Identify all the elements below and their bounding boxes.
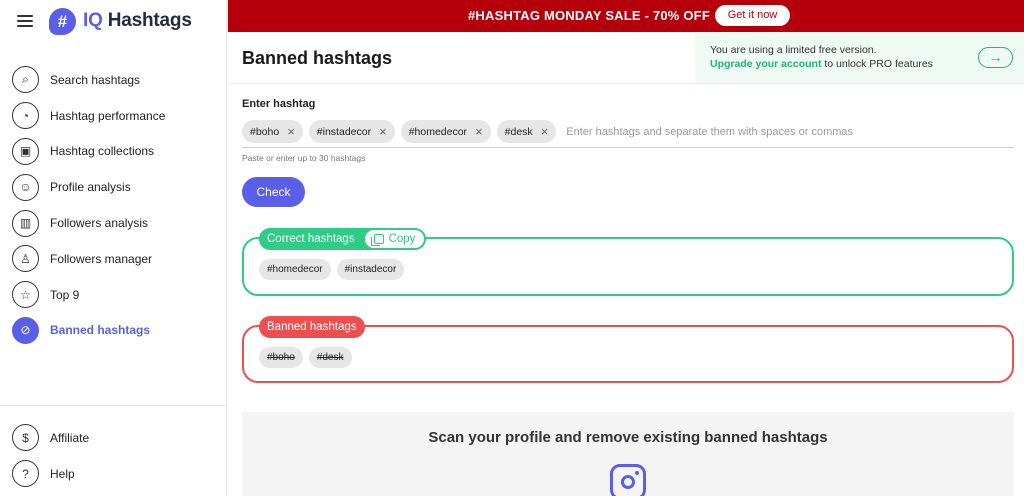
correct-hashtags-list: #homedecor #instadecor [259,259,410,280]
person-card-icon: ♙ [12,245,39,273]
upgrade-notice: You are using a limited free version. Up… [695,33,1024,83]
logo-name: Hashtags [107,10,192,31]
banned-hashtags-label: Banned hashtags [259,316,365,338]
hashtag-chip-text: #homedecor [408,125,468,138]
logo-text[interactable]: IQ Hashtags [83,10,192,32]
sidebar-item-help[interactable]: ? Help [0,456,227,492]
arrow-right-icon[interactable]: → [978,47,1013,68]
sidebar-item-profile-analysis[interactable]: ☺ Profile analysis [0,169,227,205]
sidebar-item-label: Hashtag collections [50,144,155,159]
sidebar-item-followers-analysis[interactable]: ▥ Followers analysis [0,205,227,241]
hashtag-chip: #boho × [242,120,303,143]
check-button[interactable]: Check [242,177,305,207]
correct-hashtags-header: Correct hashtags Copy [259,228,427,250]
promo-banner-text: #HASHTAG MONDAY SALE - 70% OFF [468,8,710,23]
hashtag-input-hint: Paste or enter up to 30 hashtags [242,153,366,163]
upgrade-notice-rest: to unlock PRO features [824,58,933,70]
sidebar-item-label: Followers analysis [50,216,149,231]
result-hashtag-chip: #boho [259,347,303,368]
sidebar-item-label: Hashtag performance [50,108,166,123]
copy-label: Copy [388,233,416,245]
upgrade-account-link[interactable]: Upgrade your account [710,58,821,70]
hashtag-chip-text: #boho [250,125,280,138]
sidebar-item-label: Followers manager [50,251,153,266]
logo-icon[interactable]: # [49,8,76,35]
promo-banner: #HASHTAG MONDAY SALE - 70% OFF Get it no… [228,0,1024,32]
banned-hashtags-list: #boho #desk [259,347,358,368]
sidebar-item-label: Affiliate [50,430,90,445]
sidebar-item-affiliate[interactable]: $ Affiliate [0,420,227,456]
remove-chip-icon[interactable]: × [287,125,295,138]
star-icon: ☆ [12,281,39,309]
result-hashtag-chip: #desk [308,347,352,368]
sidebar-item-followers-manager[interactable]: ♙ Followers manager [0,241,227,277]
page-title: Banned hashtags [242,48,393,68]
sidebar-item-search-hashtags[interactable]: ⌕ Search hashtags [0,62,227,98]
remove-chip-icon[interactable]: × [475,125,483,138]
search-icon: ⌕ [12,66,39,94]
upgrade-notice-line2: Upgrade your account to unlock PRO featu… [710,58,933,70]
instagram-icon[interactable] [610,464,646,496]
sidebar-item-banned-hashtags[interactable]: ⊘ Banned hashtags [0,313,227,349]
copy-button[interactable]: Copy [364,230,425,248]
banned-hashtags-box: Banned hashtags #boho #desk [242,316,1014,383]
result-hashtag-chip: #instadecor [336,259,405,280]
result-hashtag-chip: #homedecor [259,259,331,280]
folder-plus-icon: ▣ [12,137,39,165]
remove-chip-icon[interactable]: × [541,125,549,138]
hashtag-chip-text: #instadecor [316,125,372,138]
scan-profile-title: Scan your profile and remove existing ba… [428,429,828,446]
hashtag-chip: #homedecor × [400,120,491,143]
sidebar-item-label: Banned hashtags [50,323,151,338]
sidebar-item-hashtag-collections[interactable]: ▣ Hashtag collections [0,134,227,170]
hashtag-chip: #instadecor × [308,120,395,143]
sidebar-divider [0,405,227,406]
sidebar-item-label: Help [50,466,75,481]
scan-profile-section: Scan your profile and remove existing ba… [242,412,1014,496]
sidebar-item-hashtag-performance[interactable]: ◔ Hashtag performance [0,98,227,134]
remove-chip-icon[interactable]: × [379,125,387,138]
face-icon: ☺ [12,173,39,201]
header-divider [228,83,1024,84]
hashtag-field-label: Enter hashtag [242,98,316,110]
dollar-icon: $ [12,424,39,452]
sidebar-item-label: Profile analysis [50,180,131,195]
hashtag-chip-text: #desk [504,125,533,138]
hashtag-input[interactable]: #boho × #instadecor × #homedecor × #desk × Enter… [242,116,1014,148]
correct-hashtags-box: Correct hashtags Copy #homedecor #instade… [242,228,1014,296]
sidebar-item-label: Top 9 [50,287,80,302]
sidebar-nav: ⌕ Search hashtags ◔ Hashtag performance ▣ Has… [0,62,227,348]
sidebar: # IQ Hashtags ⌕ Search hashtags ◔ Hashtag p… [0,0,227,496]
correct-hashtags-label: Correct hashtags [267,233,355,245]
get-it-now-button[interactable]: Get it now [715,5,790,26]
hamburger-menu-icon[interactable] [17,15,33,28]
hashtag-chip: #desk × [496,120,557,143]
question-icon: ? [12,460,39,488]
upgrade-notice-text: You are using a limited free version. [710,44,877,56]
brand-bar: # IQ Hashtags [0,0,227,44]
ban-icon: ⊘ [12,316,39,344]
sidebar-item-top-9[interactable]: ☆ Top 9 [0,277,227,313]
gauge-icon: ◔ [12,102,39,130]
copy-icon [370,234,384,246]
hashtag-input-placeholder[interactable]: Enter hashtags and separate them with sp… [566,126,853,138]
sidebar-item-label: Search hashtags [50,72,141,87]
sidebar-bottom-nav: $ Affiliate? Help [0,420,227,492]
logo-prefix: IQ [83,10,103,31]
bar-chart-icon: ▥ [12,209,39,237]
